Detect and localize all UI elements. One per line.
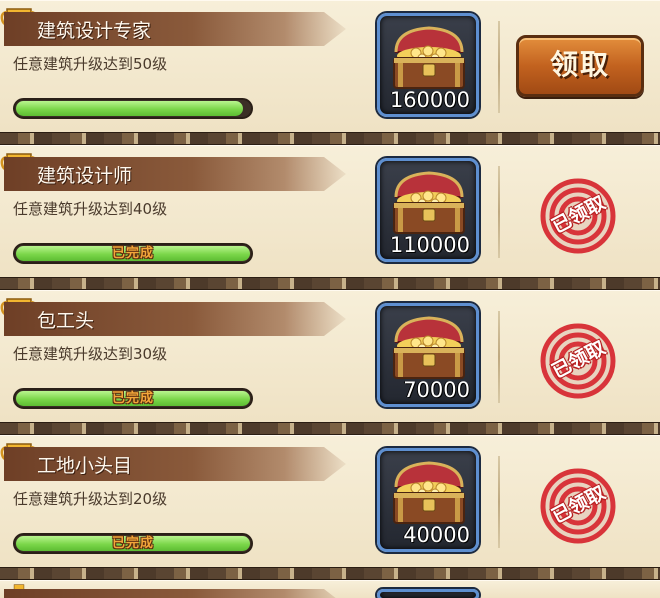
reward-frame	[377, 589, 479, 598]
reward-frame: 110000	[377, 158, 479, 262]
reward-frame: 40000	[377, 448, 479, 552]
progress-status-text: 已完成	[111, 391, 154, 406]
achievement-row: 建筑设计师 任意建筑升级达到40级 已完成 110000 已领取	[0, 145, 660, 277]
achievement-title: 建筑设计师	[37, 165, 133, 187]
row-divider	[0, 422, 660, 435]
reward-amount: 160000	[389, 88, 470, 112]
achievement-description: 任意建筑升级达到20级	[13, 490, 168, 508]
reward-amount: 70000	[403, 378, 470, 402]
column-divider	[498, 311, 500, 403]
treasure-chest-icon	[393, 316, 465, 379]
achievement-row: 建筑设计专家 任意建筑升级达到50级 160000 领取	[0, 0, 660, 132]
achievement-list[interactable]: 建筑设计专家 任意建筑升级达到50级 160000 领取 建筑设计师 任意建筑升…	[0, 0, 660, 598]
progress-status-text: 已完成	[111, 246, 154, 261]
progress-bar	[13, 98, 253, 119]
achievement-title: 包工头	[37, 310, 95, 332]
progress-status-text	[15, 100, 251, 117]
achievement-title: 工地小头目	[37, 455, 133, 477]
claimed-stamp-icon	[540, 323, 616, 399]
progress-status-text: 已完成	[111, 536, 154, 551]
achievement-description: 任意建筑升级达到30级	[13, 345, 168, 363]
claimed-stamp-icon	[540, 178, 616, 254]
claim-button[interactable]: 领取	[516, 35, 644, 97]
reward-amount: 40000	[403, 523, 470, 547]
title-banner	[4, 589, 346, 598]
progress-bar: 已完成	[13, 388, 253, 409]
achievement-row-partial	[0, 580, 660, 598]
treasure-chest-icon	[393, 461, 465, 524]
claimed-stamp-icon	[540, 468, 616, 544]
achievement-description: 任意建筑升级达到40级	[13, 200, 168, 218]
row-divider	[0, 567, 660, 580]
row-divider	[0, 277, 660, 290]
reward-frame: 160000	[377, 13, 479, 117]
column-divider	[498, 456, 500, 548]
column-divider	[498, 21, 500, 113]
progress-bar: 已完成	[13, 533, 253, 554]
achievement-title: 建筑设计专家	[37, 20, 152, 42]
progress-bar: 已完成	[13, 243, 253, 264]
column-divider	[498, 166, 500, 258]
achievement-description: 任意建筑升级达到50级	[13, 55, 168, 73]
treasure-chest-icon	[393, 171, 465, 234]
row-divider	[0, 132, 660, 145]
claim-button-label: 领取	[549, 48, 610, 81]
reward-amount: 110000	[389, 233, 470, 257]
reward-frame: 70000	[377, 303, 479, 407]
treasure-chest-icon	[393, 26, 465, 89]
achievement-row: 包工头 任意建筑升级达到30级 已完成 70000 已领取	[0, 290, 660, 422]
achievement-row: 工地小头目 任意建筑升级达到20级 已完成 40000 已领取	[0, 435, 660, 567]
